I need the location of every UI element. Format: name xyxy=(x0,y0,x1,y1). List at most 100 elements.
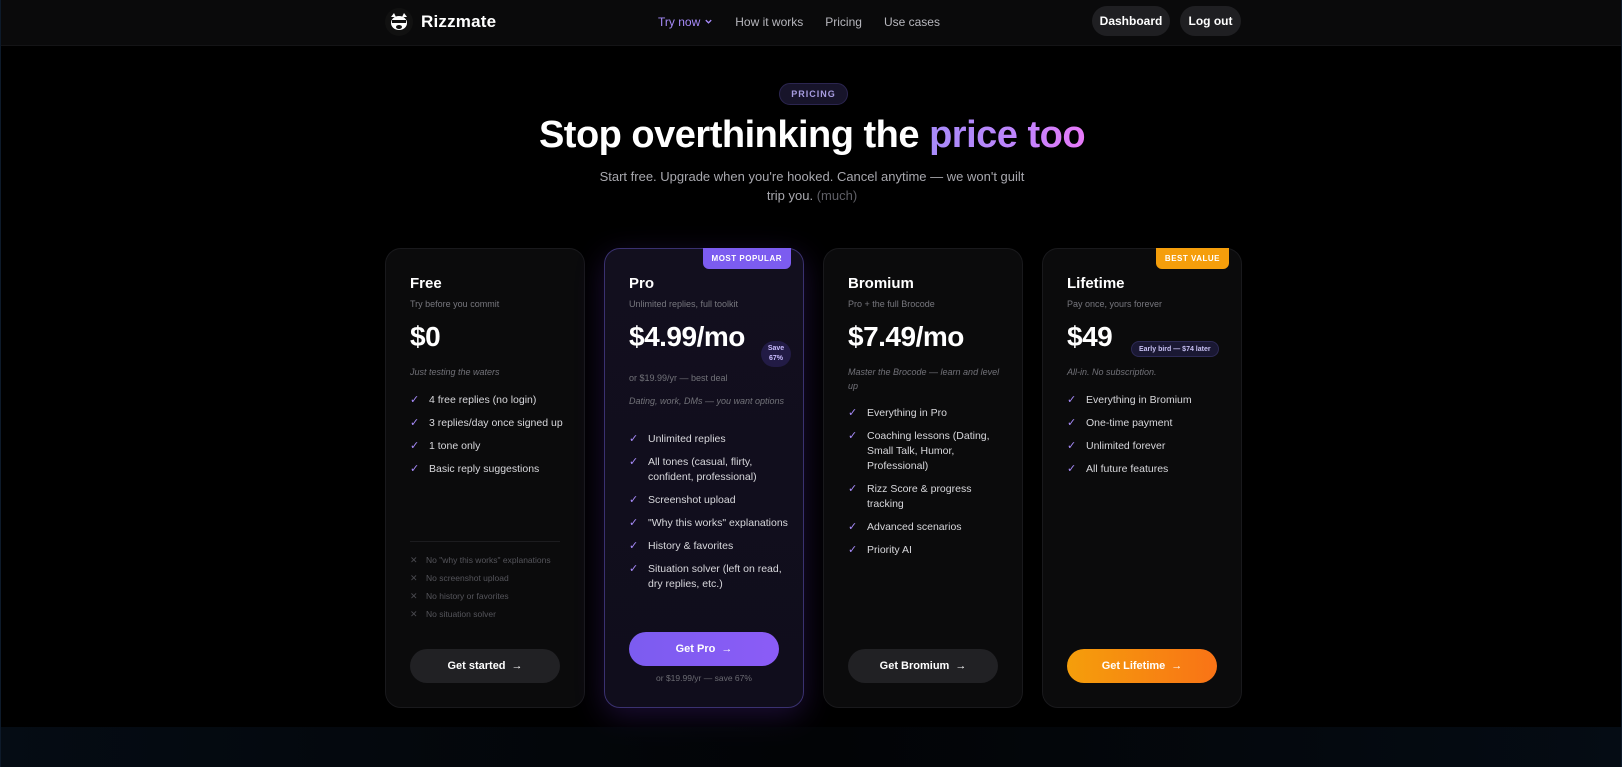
nav-pricing[interactable]: Pricing xyxy=(825,15,862,29)
plan-card-lifetime: BEST VALUE Lifetime Pay once, yours fore… xyxy=(1042,248,1242,708)
plan-price: $0 xyxy=(410,321,441,352)
check-icon: ✓ xyxy=(1067,463,1077,475)
nav-use-cases[interactable]: Use cases xyxy=(884,15,940,29)
plan-note: Just testing the waters xyxy=(410,367,500,377)
list-item: ✕ No "why this works" explanations xyxy=(410,554,560,566)
subtitle-muted: (much) xyxy=(816,188,858,203)
plan-tagline: Try before you commit xyxy=(410,299,500,309)
feature-list: ✓ Unlimited replies ✓ All tones (casual, f… xyxy=(629,432,789,600)
best-value-badge: BEST VALUE xyxy=(1155,248,1229,269)
save-badge-line2: 67% xyxy=(768,355,783,362)
feature-list: ✓ Everything in Pro ✓ Coaching lessons (Da… xyxy=(848,406,1008,566)
list-item: ✕ No situation solver xyxy=(410,608,560,620)
list-item: ✕ No screenshot upload xyxy=(410,572,560,584)
main-nav: Try now How it works Pricing Use cases xyxy=(658,15,940,29)
dashboard-button[interactable]: Dashboard xyxy=(1092,6,1170,36)
page-subtitle: Start free. Upgrade when you're hooked. … xyxy=(597,167,1027,205)
plan-name: Free xyxy=(410,275,442,292)
alt-price: or $19.99/yr — best deal xyxy=(629,373,728,383)
check-icon: ✓ xyxy=(1067,394,1077,406)
excluded-list: ✕ No "why this works" explanations ✕ No sc… xyxy=(410,554,560,626)
plan-price: $4.99/mo xyxy=(629,321,745,352)
check-icon: ✓ xyxy=(410,440,420,452)
feature-text: Screenshot upload xyxy=(648,494,736,506)
save-badge: Save 67% xyxy=(761,341,791,367)
feature-text: Situation solver (left on read, dry repl… xyxy=(648,563,782,590)
plan-tagline: Pay once, yours forever xyxy=(1067,299,1163,309)
check-icon: ✓ xyxy=(1067,440,1077,452)
list-item: ✓ Unlimited replies xyxy=(629,432,789,447)
check-icon: ✓ xyxy=(410,463,420,475)
list-item: ✕ No history or favorites xyxy=(410,590,560,602)
feature-text: Unlimited forever xyxy=(1086,440,1166,452)
list-item: ✓ Everything in Bromium xyxy=(1067,393,1227,408)
feature-text: Everything in Pro xyxy=(867,407,947,419)
get-lifetime-button[interactable]: Get Lifetime → xyxy=(1067,649,1217,683)
subtitle-text: Start free. Upgrade when you're hooked. … xyxy=(599,169,1025,203)
list-item: ✓ One-time payment xyxy=(1067,416,1227,431)
headline-main: Stop overthinking the xyxy=(538,114,930,156)
plan-card-bromium: Bromium Pro + the full Brocode $7.49/mo … xyxy=(823,248,1023,708)
feature-text: All future features xyxy=(1086,463,1169,475)
most-popular-badge: MOST POPULAR xyxy=(702,248,791,269)
check-icon: ✓ xyxy=(848,430,858,442)
check-icon: ✓ xyxy=(629,456,639,468)
feature-text: 1 tone only xyxy=(429,440,481,452)
excluded-text: No "why this works" explanations xyxy=(426,555,551,565)
logout-button[interactable]: Log out xyxy=(1180,6,1241,36)
feature-text: Basic reply suggestions xyxy=(429,463,540,475)
arrow-right-icon: → xyxy=(721,643,733,655)
check-icon: ✓ xyxy=(629,540,639,552)
list-item: ✓ Basic reply suggestions xyxy=(410,462,570,477)
cta-footnote: or $19.99/yr — save 67% xyxy=(656,673,752,683)
list-item: ✓ Coaching lessons (Dating, Small Talk, H… xyxy=(848,429,1008,474)
plan-price: $49 xyxy=(1067,321,1113,352)
list-item: ✓ Situation solver (left on read, dry rep… xyxy=(629,562,789,592)
plan-note: All-in. No subscription. xyxy=(1067,367,1157,377)
list-item: ✓ 3 replies/day once signed up xyxy=(410,416,570,431)
cta-label: Get Lifetime xyxy=(1101,660,1166,672)
list-item: ✓ 1 tone only xyxy=(410,439,570,454)
plan-name: Bromium xyxy=(848,275,914,292)
x-icon: ✕ xyxy=(410,555,418,565)
cta-label: Get Bromium xyxy=(879,660,950,672)
section-pill: PRICING xyxy=(779,83,848,105)
feature-text: 3 replies/day once signed up xyxy=(429,417,563,429)
nav-how-it-works[interactable]: How it works xyxy=(735,15,803,29)
arrow-right-icon: → xyxy=(511,660,523,672)
cta-label: Get started xyxy=(447,660,506,672)
divider xyxy=(410,541,560,542)
get-pro-button[interactable]: Get Pro → xyxy=(629,632,779,666)
list-item: ✓ All tones (casual, flirty, confident, p… xyxy=(629,455,789,485)
plan-note: Dating, work, DMs — you want options xyxy=(629,396,785,406)
feature-text: Priority AI xyxy=(867,544,912,556)
list-item: ✓ Advanced scenarios xyxy=(848,520,1008,535)
x-icon: ✕ xyxy=(410,591,418,601)
headline-accent: price too xyxy=(929,114,1086,156)
get-bromium-button[interactable]: Get Bromium → xyxy=(848,649,998,683)
plan-tagline: Pro + the full Brocode xyxy=(848,299,935,309)
check-icon: ✓ xyxy=(629,517,639,529)
page: Rizzmate Try now How it works Pricing Us… xyxy=(0,0,1622,767)
plan-price: $7.49/mo xyxy=(848,321,964,352)
check-icon: ✓ xyxy=(1067,417,1077,429)
check-icon: ✓ xyxy=(410,394,420,406)
nav-try-now[interactable]: Try now xyxy=(658,15,713,29)
list-item: ✓ Everything in Pro xyxy=(848,406,1008,421)
feature-list: ✓ Everything in Bromium ✓ One-time payment… xyxy=(1067,393,1227,485)
plan-tagline: Unlimited replies, full toolkit xyxy=(629,299,739,309)
list-item: ✓ Priority AI xyxy=(848,543,1008,558)
brand[interactable]: Rizzmate xyxy=(385,8,496,36)
list-item: ✓ Unlimited forever xyxy=(1067,439,1227,454)
feature-text: History & favorites xyxy=(648,540,734,552)
feature-text: Rizz Score & progress tracking xyxy=(867,483,972,510)
plan-note: Master the Brocode — learn and level up xyxy=(848,367,1000,391)
check-icon: ✓ xyxy=(848,483,858,495)
brand-name: Rizzmate xyxy=(421,12,497,31)
page-title: Stop overthinking the price too xyxy=(1,114,1622,157)
feature-list: ✓ 4 free replies (no login) ✓ 3 replies/da… xyxy=(410,393,570,485)
x-icon: ✕ xyxy=(410,609,418,619)
nav-try-now-label: Try now xyxy=(658,15,701,29)
get-started-button[interactable]: Get started → xyxy=(410,649,560,683)
check-icon: ✓ xyxy=(629,494,639,506)
